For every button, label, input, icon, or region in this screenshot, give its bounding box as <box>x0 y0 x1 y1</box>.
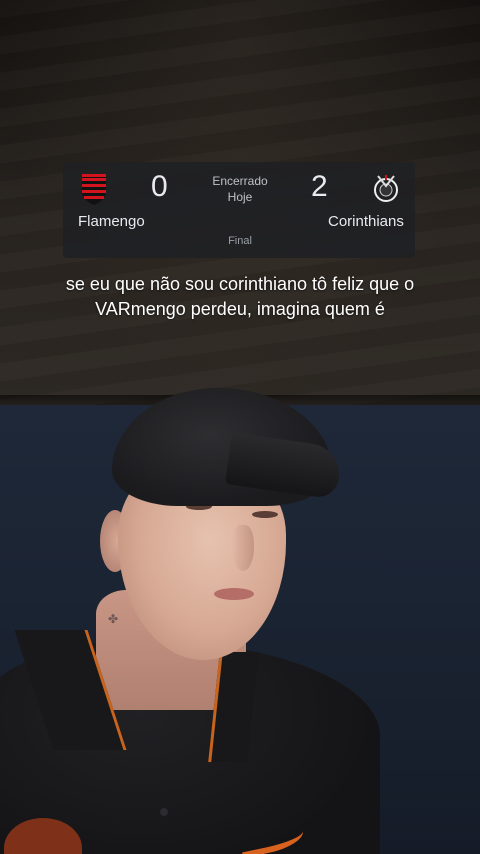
away-score: 2 <box>311 170 328 203</box>
flamengo-crest-icon <box>82 174 106 205</box>
nose <box>232 525 254 571</box>
video-caption: se eu que não sou corinthiano tô feliz q… <box>65 274 415 319</box>
neck-tattoo: ✤ <box>108 612 119 626</box>
home-team-name: Flamengo <box>78 213 145 230</box>
match-stage: Final <box>228 235 252 247</box>
match-date: Hoje <box>227 190 253 204</box>
home-score: 0 <box>151 170 168 203</box>
video-background: ✤ <box>0 0 480 854</box>
person: ✤ <box>0 0 480 854</box>
match-status: Encerrado <box>212 174 268 188</box>
right-eye <box>252 511 278 518</box>
shirt-button <box>160 808 168 816</box>
away-team-name: Corinthians <box>328 213 404 230</box>
corinthians-crest-icon <box>374 175 398 202</box>
mouth <box>214 588 254 600</box>
